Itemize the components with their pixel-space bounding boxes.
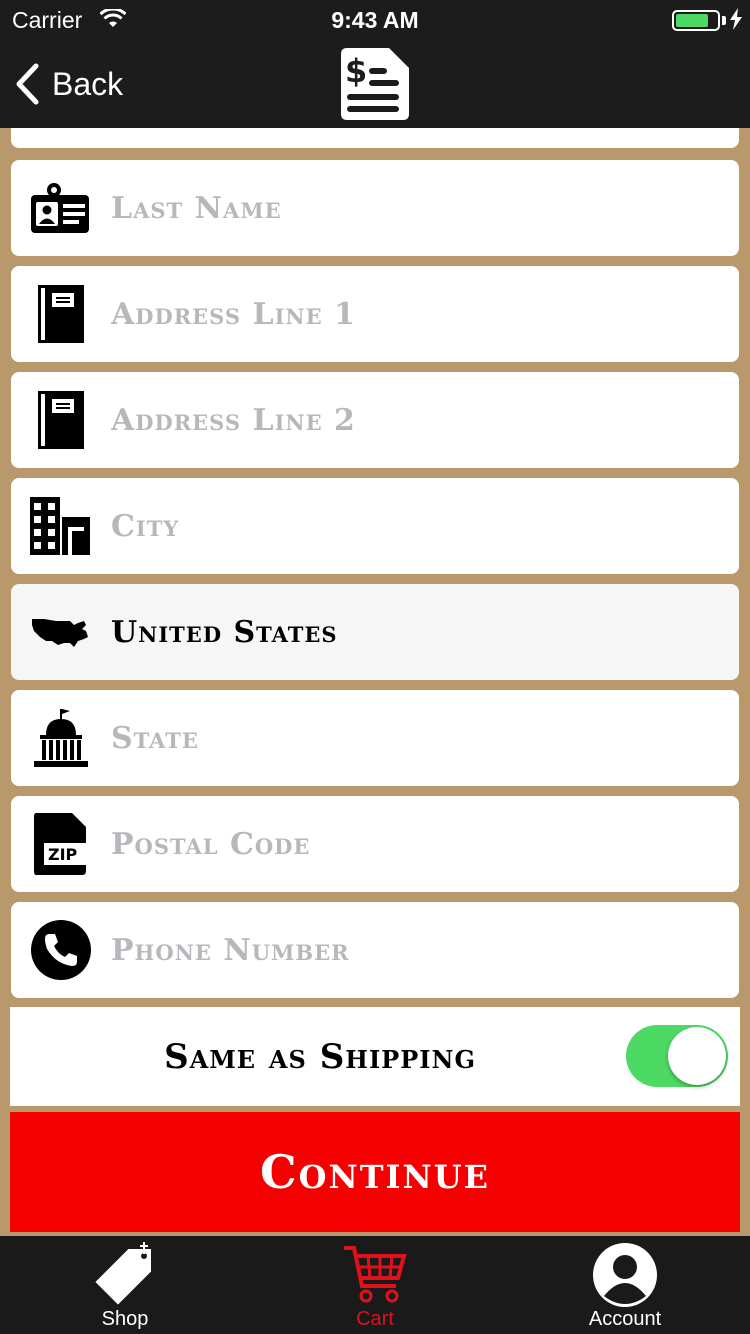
postal-code-field[interactable]: ZIP	[11, 796, 739, 892]
id-card-icon	[11, 160, 111, 256]
same-as-shipping-label: Same as Shipping	[164, 1037, 476, 1077]
address-line-1-input[interactable]	[111, 284, 739, 344]
chevron-left-icon	[16, 63, 39, 105]
tab-shop[interactable]: Shop	[0, 1236, 250, 1334]
zip-file-icon: ZIP	[11, 796, 111, 892]
tab-bar: Shop Cart Account	[0, 1236, 750, 1334]
tab-account-label: Account	[588, 1308, 662, 1330]
capitol-building-icon	[11, 690, 111, 786]
city-buildings-icon	[11, 478, 111, 574]
receipt-dollar-icon: $	[341, 48, 409, 120]
toggle-knob	[668, 1027, 726, 1085]
battery-icon	[672, 10, 720, 31]
same-as-shipping-row: Same as Shipping	[10, 1007, 740, 1106]
address-line-1-field[interactable]	[11, 266, 739, 362]
phone-number-input[interactable]	[111, 920, 739, 980]
back-label: Back	[52, 65, 124, 102]
status-time: 9:43 AM	[331, 7, 419, 33]
svg-text:ZIP: ZIP	[48, 845, 78, 864]
country-value: United States	[111, 614, 338, 650]
state-field[interactable]	[11, 690, 739, 786]
tab-cart-label: Cart	[356, 1308, 394, 1330]
same-as-shipping-toggle[interactable]	[626, 1025, 728, 1087]
usa-map-icon	[11, 584, 111, 680]
city-field[interactable]	[11, 478, 739, 574]
tab-shop-label: Shop	[101, 1308, 149, 1330]
last-name-input[interactable]	[111, 178, 739, 238]
price-tag-icon	[92, 1242, 153, 1308]
phone-number-field[interactable]	[11, 902, 739, 998]
tab-account[interactable]: Account	[500, 1236, 750, 1334]
user-circle-icon	[593, 1243, 657, 1307]
address-book-icon	[11, 372, 111, 468]
city-input[interactable]	[111, 496, 739, 556]
tab-cart[interactable]: Cart	[250, 1236, 500, 1334]
country-field[interactable]: United States	[11, 584, 739, 680]
continue-button[interactable]: Continue	[10, 1112, 740, 1232]
charging-icon	[730, 8, 742, 30]
first-name-field-partial[interactable]	[11, 128, 739, 148]
postal-code-input[interactable]	[111, 814, 739, 874]
state-input[interactable]	[111, 708, 739, 768]
svg-text:$: $	[345, 52, 367, 90]
address-book-icon	[11, 266, 111, 362]
address-line-2-field[interactable]	[11, 372, 739, 468]
status-bar: Carrier 9:43 AM	[0, 0, 750, 40]
phone-icon	[11, 902, 111, 998]
cart-icon	[344, 1246, 407, 1303]
billing-form: United States ZIP	[0, 128, 750, 1003]
last-name-field[interactable]	[11, 160, 739, 256]
back-button[interactable]: Back	[14, 62, 123, 106]
nav-bar: Back $	[0, 40, 750, 128]
address-line-2-input[interactable]	[111, 390, 739, 450]
